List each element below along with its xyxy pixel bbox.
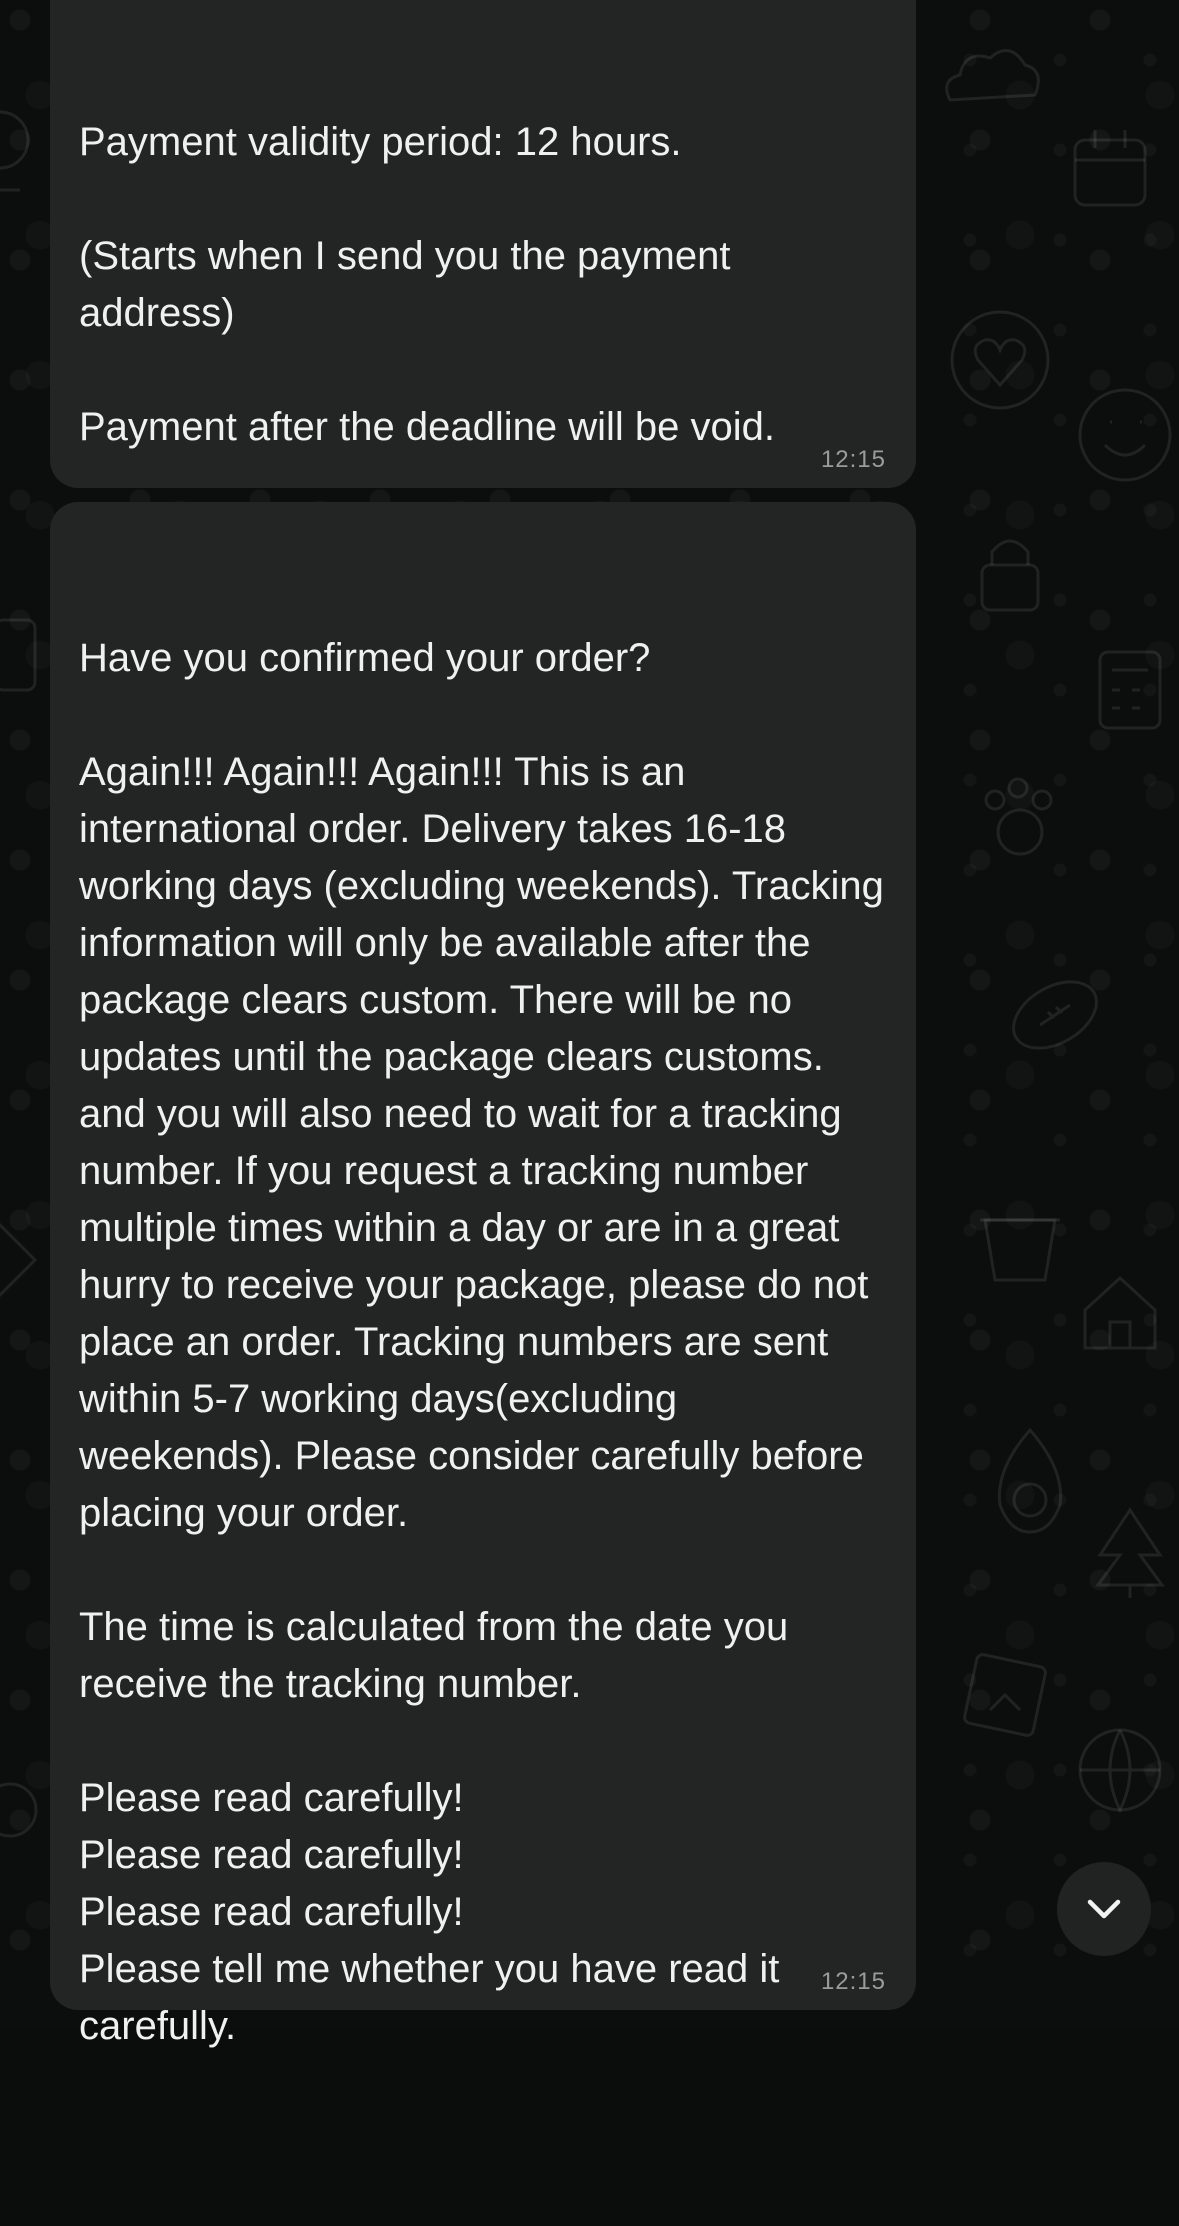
- scroll-to-bottom-button[interactable]: [1057, 1862, 1151, 1956]
- chat-thread: Payment validity period: 12 hours. (Star…: [0, 0, 1179, 2048]
- message-timestamp: 12:15: [820, 446, 886, 473]
- message-timestamp: 12:15: [820, 1968, 886, 1995]
- message-text: Have you confirmed your order? Again!!! …: [79, 636, 884, 2048]
- chevron-down-icon: [1087, 1899, 1121, 1919]
- message-bubble-incoming[interactable]: Have you confirmed your order? Again!!! …: [50, 502, 916, 2048]
- message-bubble-incoming[interactable]: Payment validity period: 12 hours. (Star…: [50, 0, 916, 620]
